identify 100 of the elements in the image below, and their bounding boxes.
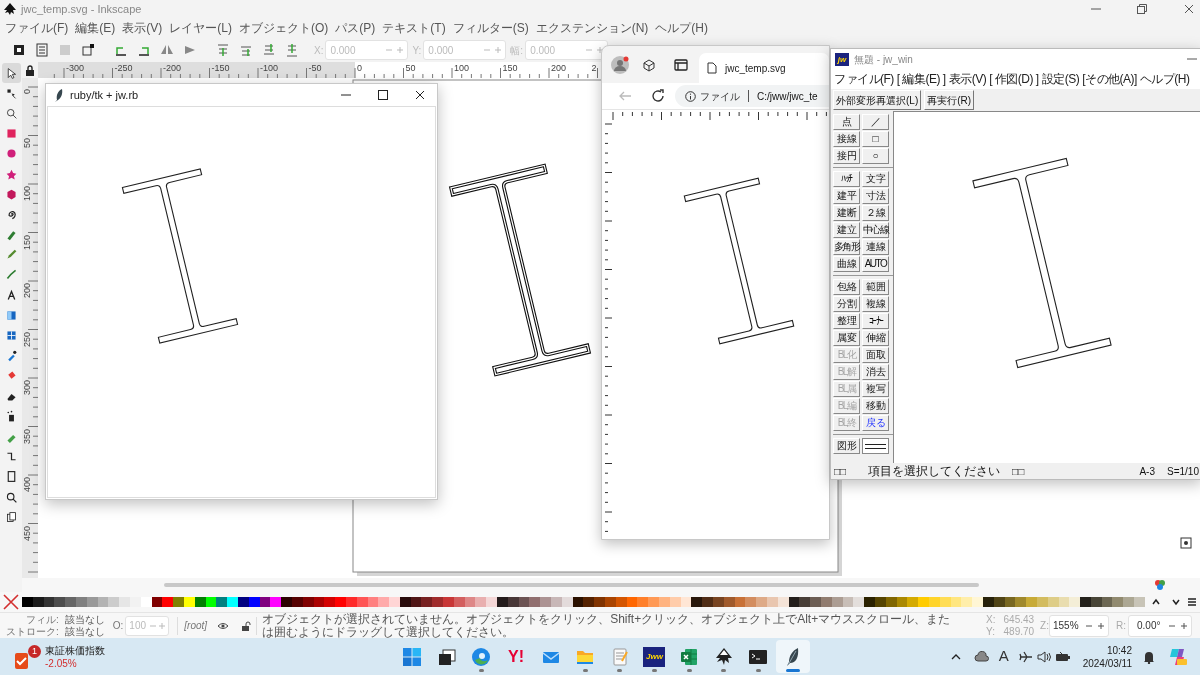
tool-button[interactable]: 属変 — [833, 330, 860, 346]
status-text: □□ — [1012, 464, 1025, 479]
rotate-field[interactable]: 0.00° — [1128, 614, 1192, 637]
tool-button[interactable]: ２線 — [862, 205, 889, 221]
tool-button[interactable]: 建立 — [833, 222, 860, 238]
tool-button[interactable]: 包絡 — [833, 279, 860, 295]
command-button[interactable]: 外部変形再選択(L) — [833, 90, 922, 110]
menu-item[interactable]: パス(P) — [335, 19, 376, 37]
ruler-label: 100 — [23, 186, 32, 202]
y-label: Y: — [986, 625, 996, 638]
stroke-label: ストローク: — [6, 625, 59, 638]
tool-button[interactable]: 寸法 — [862, 188, 889, 204]
menu-item[interactable]: [ 編集(E) ] — [896, 70, 946, 88]
menu-item[interactable]: ファイル(F) — [5, 19, 69, 37]
tool-button[interactable]: 建平 — [833, 188, 860, 204]
menu-item[interactable]: 表示(V) — [122, 19, 163, 37]
y-value: 489.70 — [1003, 625, 1035, 638]
tool-button[interactable]: 面取 — [862, 347, 889, 363]
menu-item[interactable]: フィルター(S) — [452, 19, 529, 37]
ruler-label: 450 — [23, 525, 32, 541]
tool-button[interactable]: 複線 — [862, 296, 889, 312]
menu-item[interactable]: エクステンション(N) — [535, 19, 649, 37]
window-title: jwc_temp.svg - Inkscape — [21, 1, 142, 17]
ruler-label: 200 — [551, 64, 567, 73]
ruler-label: 400 — [23, 477, 32, 493]
clock-date[interactable]: 2024/03/11 — [1082, 656, 1132, 670]
tool-button[interactable]: 図形 — [833, 438, 860, 454]
tool-button[interactable]: ○ — [862, 148, 889, 164]
zoom-field[interactable]: 155% — [1049, 614, 1109, 637]
ruler-label: -150 — [211, 64, 230, 73]
window-title: 無題 - jw_win — [854, 52, 913, 67]
fill-value: 該当なし — [64, 613, 105, 625]
widget-change: -2.05% — [45, 656, 78, 670]
x-label: X: — [986, 613, 996, 626]
tool-button[interactable]: 分割 — [833, 296, 860, 312]
status-text: S=1/10 — [1167, 464, 1199, 479]
tool-button[interactable]: 建断 — [833, 205, 860, 221]
address-bar[interactable]: ファイル C:/jww/jwc_te — [675, 85, 829, 107]
tool-button[interactable]: 連線 — [862, 239, 889, 255]
taskbar-app[interactable]: Y! — [498, 640, 534, 673]
tool-button[interactable]: 複写 — [862, 381, 889, 397]
ruler-label: 50 — [23, 137, 32, 148]
tool-button[interactable]: 消去 — [862, 364, 889, 380]
ruler-label: -100 — [260, 64, 278, 73]
app-logo: jw — [835, 52, 849, 66]
tool-button[interactable]: ｺｰﾅｰ — [862, 313, 889, 329]
menu-item[interactable]: [ 作図(D) ] — [989, 70, 1039, 88]
tool-button[interactable]: ﾊｯﾁ — [833, 171, 860, 187]
ruler-label: -250 — [114, 64, 133, 73]
rotate-label: R: — [1116, 619, 1126, 633]
app-logo: Jww — [643, 646, 666, 667]
menu-item[interactable]: レイヤー(L) — [169, 19, 232, 37]
ruler-label: 2 — [591, 64, 597, 73]
fill-label: フィル: — [25, 613, 59, 626]
menu-item[interactable]: 表示(V) — [948, 70, 987, 88]
menu-item[interactable]: [その他(A)] — [1082, 70, 1137, 88]
ime-indicator[interactable]: A — [998, 645, 1009, 668]
tool-button[interactable]: 移動 — [862, 398, 889, 414]
ruler-label: 100 — [454, 64, 470, 73]
clock-time[interactable]: 10:42 — [1106, 643, 1132, 657]
ruler-label: 200 — [23, 283, 32, 299]
menu-item[interactable]: 設定(S) — [1041, 70, 1080, 88]
tool-button[interactable]: □ — [862, 131, 889, 147]
tool-button[interactable]: 伸縮 — [862, 330, 889, 346]
status-text: A-3 — [1139, 464, 1155, 479]
tool-button[interactable]: 接円 — [833, 148, 860, 164]
ruler-label: 150 — [23, 234, 32, 250]
widget-title[interactable]: 東証株価指数 — [45, 643, 105, 657]
menu-item[interactable]: オブジェクト(O) — [239, 19, 329, 37]
ruler-label: -50 — [308, 64, 322, 73]
tool-button[interactable]: 範囲 — [862, 279, 889, 295]
tool-button[interactable]: 戻る — [862, 415, 889, 431]
status-message: オブジェクトが選択されていません。オブジェクトをクリック、Shift+クリック、オブジェクト上でAlt+マウススクロール、または囲むようにドラッグして選択してください。 — [262, 613, 952, 638]
tool-button[interactable]: AUTO — [862, 256, 889, 272]
ruler-label: 350 — [23, 428, 32, 444]
tool-button[interactable]: 接線 — [833, 131, 860, 147]
zoom-label: Z: — [1040, 619, 1049, 633]
ruler-label: 150 — [502, 64, 518, 73]
menu-item[interactable]: テキスト(T) — [382, 19, 446, 37]
menu-item[interactable]: ファイル(F) — [834, 70, 894, 88]
x-value: 645.43 — [1003, 613, 1035, 626]
tool-button[interactable]: 点 — [833, 114, 860, 130]
layer-name[interactable]: [root] — [184, 618, 208, 633]
tool-button[interactable]: 整理 — [833, 313, 860, 329]
tool-button[interactable]: 多角形 — [833, 239, 860, 255]
ruler-label: 300 — [23, 380, 32, 396]
menu-item[interactable]: 編集(E) — [75, 19, 116, 37]
taskbar-app[interactable]: Jww — [637, 640, 672, 673]
tool-button[interactable]: 文字 — [862, 171, 889, 187]
browser-tab[interactable]: jwc_temp.svg — [699, 53, 829, 83]
tool-button[interactable]: 中心線 — [862, 222, 889, 238]
command-button[interactable]: 再実行(R) — [924, 90, 975, 110]
ruler-label: -300 — [66, 64, 84, 73]
window-title: ruby/tk + jw.rb — [70, 87, 139, 103]
ruler-label: -200 — [163, 64, 181, 73]
tool-button[interactable]: 曲線 — [833, 256, 860, 272]
tool-button[interactable]: ／ — [862, 114, 889, 130]
menu-item[interactable]: ヘルプ(H) — [655, 19, 708, 37]
opacity-label: O: — [112, 619, 124, 633]
menu-item[interactable]: ヘルプ(H) — [1139, 70, 1190, 88]
